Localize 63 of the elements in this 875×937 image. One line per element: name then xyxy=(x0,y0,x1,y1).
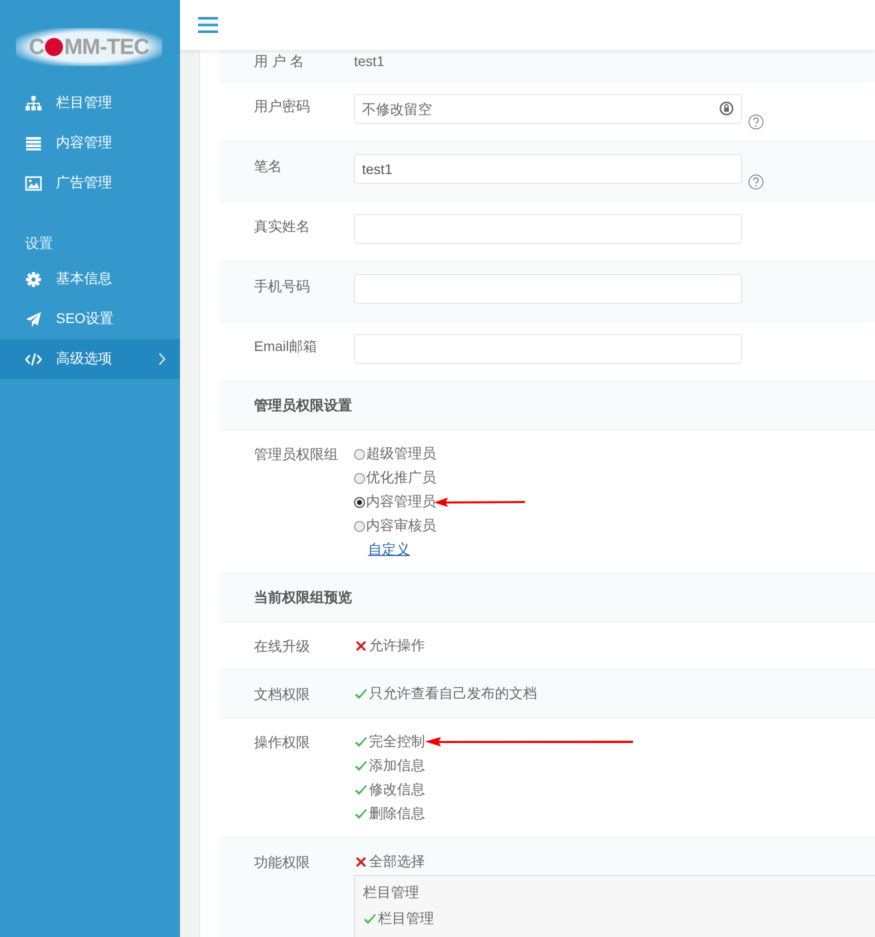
field-label: 笔名 xyxy=(253,157,283,176)
sitemap-icon xyxy=(25,94,42,112)
help-icon[interactable] xyxy=(748,174,764,190)
permission-item: 全部选择 xyxy=(354,853,425,871)
radio-option[interactable]: 优化推广员 xyxy=(354,469,436,487)
field-label: 用户密码 xyxy=(253,97,311,116)
field-label: 手机号码 xyxy=(253,277,311,296)
cross-icon xyxy=(354,639,368,653)
radio-button-icon[interactable] xyxy=(354,472,365,484)
field-label: 管理员权限组 xyxy=(253,445,339,464)
paper-plane-icon xyxy=(25,310,42,328)
code-icon xyxy=(25,350,42,368)
panel-heading: 栏目管理 xyxy=(363,883,420,902)
cross-icon xyxy=(354,855,368,869)
sidebar-item[interactable]: SEO设置 xyxy=(0,299,180,339)
permission-item: 完全控制 xyxy=(354,733,425,751)
image-icon xyxy=(25,174,42,192)
permission-item: 添加信息 xyxy=(354,757,425,775)
input-field[interactable] xyxy=(354,334,742,364)
permission-item: 允许操作 xyxy=(354,637,425,655)
check-icon xyxy=(354,687,368,701)
check-icon xyxy=(354,783,368,797)
radio-option[interactable]: 超级管理员 xyxy=(354,445,436,463)
field-label: 在线升级 xyxy=(253,637,311,656)
field-label: 真实姓名 xyxy=(253,217,311,236)
permission-item: 删除信息 xyxy=(354,805,425,823)
logo: C MM-TEC xyxy=(16,28,162,66)
custom-link[interactable]: 自定义 xyxy=(368,541,410,559)
field-label: 用 户 名 xyxy=(253,52,305,71)
help-icon[interactable] xyxy=(748,114,764,130)
field-label: 操作权限 xyxy=(253,733,311,752)
section-heading: 管理员权限设置 xyxy=(253,397,352,415)
list-icon xyxy=(25,134,42,152)
chevron-icon xyxy=(158,352,166,366)
sidebar-item[interactable]: 栏目管理 xyxy=(0,83,180,123)
sidebar-item[interactable]: 内容管理 xyxy=(0,123,180,163)
field-label: Email邮箱 xyxy=(253,337,318,356)
input-field[interactable] xyxy=(354,214,742,244)
input-field[interactable]: 不修改留空 xyxy=(354,94,742,124)
sidebar-item[interactable]: 广告管理 xyxy=(0,163,180,203)
settings-icon xyxy=(25,270,42,288)
field-value: test1 xyxy=(354,53,384,69)
radio-option[interactable]: 内容管理员 xyxy=(354,493,436,511)
check-icon xyxy=(354,807,368,821)
section-heading: 当前权限组预览 xyxy=(253,589,352,607)
sidebar-item[interactable]: 高级选项 xyxy=(0,339,180,379)
menu-icon[interactable] xyxy=(198,17,218,33)
field-label: 功能权限 xyxy=(253,853,311,872)
sidebar-heading: 设置 xyxy=(24,234,54,253)
radio-button-icon[interactable] xyxy=(354,496,365,508)
radio-button-icon[interactable] xyxy=(354,520,365,532)
check-icon xyxy=(363,912,377,926)
permission-item: 栏目管理 xyxy=(363,910,434,928)
check-icon xyxy=(354,759,368,773)
radio-option[interactable]: 内容审核员 xyxy=(354,517,436,535)
permission-item: 只允许查看自己发布的文档 xyxy=(354,685,537,703)
sidebar-item[interactable]: 基本信息 xyxy=(0,259,180,299)
input-field[interactable]: test1 xyxy=(354,154,742,184)
check-icon xyxy=(354,735,368,749)
field-label: 文档权限 xyxy=(253,685,311,704)
permission-item: 修改信息 xyxy=(354,781,425,799)
radio-button-icon[interactable] xyxy=(354,448,365,460)
input-field[interactable] xyxy=(354,274,742,304)
